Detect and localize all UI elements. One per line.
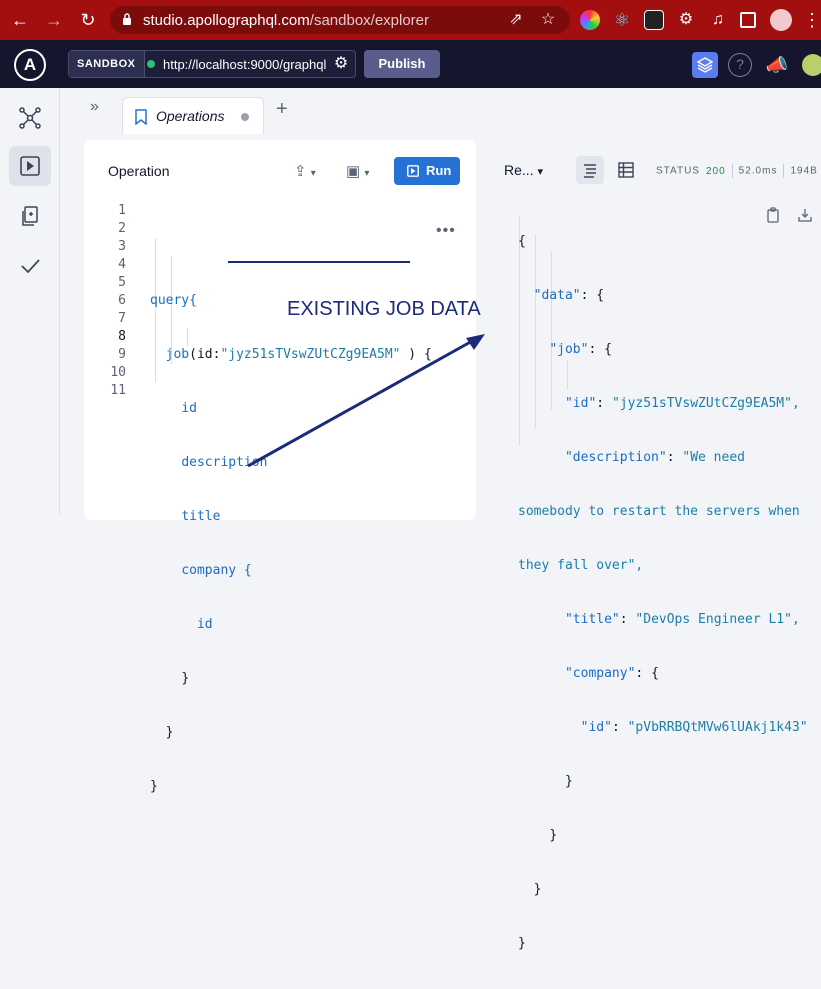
- code-line: }: [181, 671, 190, 686]
- code-line: company {: [181, 563, 252, 578]
- code-line: }: [150, 779, 158, 794]
- code-line: }: [165, 725, 174, 740]
- annotation-arrow: [247, 334, 485, 468]
- code-line: id: [196, 617, 213, 632]
